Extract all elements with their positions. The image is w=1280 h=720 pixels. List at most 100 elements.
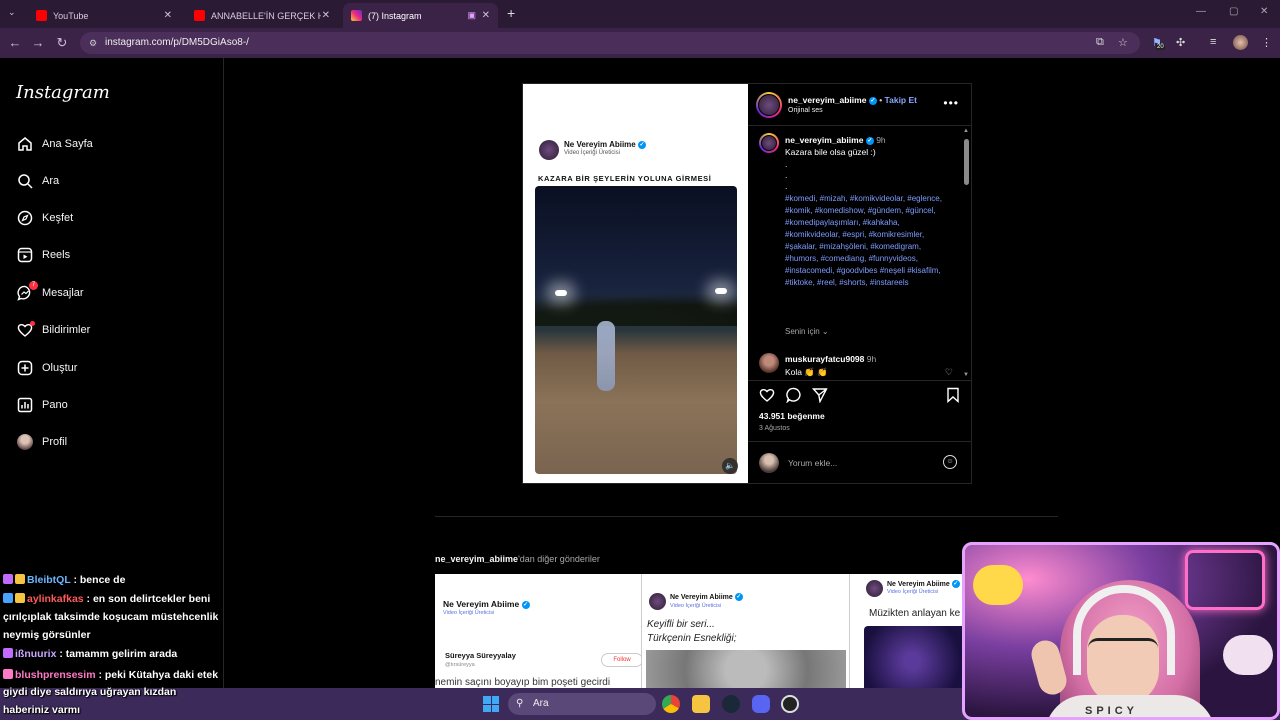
media-controls-icon[interactable]: ≡ xyxy=(1210,36,1216,48)
chrome-icon[interactable] xyxy=(662,695,680,713)
comment-like-icon[interactable]: ♡ xyxy=(945,367,953,378)
sidebar-item-search[interactable]: Ara xyxy=(16,170,59,192)
more-post-thumb[interactable]: Ne Vereyim Abiime ✓ Video İçeriği Üretic… xyxy=(850,574,963,688)
chat-message-continuation: haberiniz varmı xyxy=(3,704,81,716)
sidebar-item-notifications[interactable]: Bildirimler xyxy=(16,319,90,341)
chat-message: blushprensesim : peki Kütahya daki etek xyxy=(3,666,218,684)
browser-profile-avatar[interactable] xyxy=(1233,35,1248,50)
extensions-puzzle-icon[interactable]: ✣ xyxy=(1176,36,1185,49)
sidebar-item-label: Reels xyxy=(42,249,71,261)
sidebar-item-label: Mesajlar xyxy=(42,287,84,299)
maximize-button[interactable]: ▢ xyxy=(1229,6,1238,17)
post-details-panel: ne_vereyim_abiime ✓ • Takip Et Orijinal … xyxy=(748,84,971,483)
chat-text: : en son delirtcekler beni xyxy=(86,593,211,605)
sidebar-item-profile[interactable]: Profil xyxy=(16,431,67,453)
thumb-line: Keyifli bir seri... xyxy=(647,619,715,630)
tab-title: YouTube xyxy=(53,10,89,21)
file-explorer-icon[interactable] xyxy=(692,695,710,713)
comments-list[interactable]: ne_vereyim_abiime ✓ 9h Kazara bile olsa … xyxy=(748,127,971,379)
follow-button[interactable]: Takip Et xyxy=(885,95,917,105)
sidebar-item-home[interactable]: Ana Sayfa xyxy=(16,133,93,155)
caption-avatar[interactable] xyxy=(759,133,779,153)
thumb-line: Süreyya Süreyyalay xyxy=(445,651,516,660)
thumb-avatar xyxy=(649,593,666,610)
video-frame[interactable] xyxy=(535,186,737,474)
post-media[interactable]: Ne Vereyim Abiime ✓ Video İçeriği Üretic… xyxy=(523,84,748,483)
heart-icon xyxy=(16,320,35,339)
discord-icon[interactable] xyxy=(752,695,770,713)
thumb-line: nemin saçını boyayıp bim poşeti gecirdi xyxy=(435,677,611,688)
forward-icon[interactable]: → xyxy=(30,35,46,50)
sidebar-item-create[interactable]: Oluştur xyxy=(16,357,77,379)
see-for-you-toggle[interactable]: Senin için ⌄ xyxy=(785,327,829,336)
sidebar-item-messages[interactable]: 7 Mesajlar xyxy=(16,280,84,304)
comment-header: muskurayfatcu9098 9h xyxy=(785,354,876,364)
back-icon[interactable]: ← xyxy=(7,35,23,50)
more-posts-username[interactable]: ne_vereyim_abiime xyxy=(435,554,518,564)
mute-icon[interactable]: 🔈 xyxy=(722,458,738,474)
close-tab-icon[interactable]: ✕ xyxy=(322,10,330,21)
sidebar-item-explore[interactable]: Keşfet xyxy=(16,207,73,229)
instagram-logo[interactable]: Instagram xyxy=(16,82,110,103)
more-options-icon[interactable]: ••• xyxy=(943,96,959,110)
tab-instagram[interactable]: (7) Instagram ▣ ✕ xyxy=(343,3,498,28)
reload-icon[interactable]: ↻ xyxy=(54,35,70,51)
unread-badge: 7 xyxy=(29,280,38,290)
comment-username[interactable]: muskurayfatcu9098 xyxy=(785,354,864,364)
profile-avatar xyxy=(16,434,33,451)
tab-search-button[interactable]: ⌄ xyxy=(8,7,16,18)
share-send-icon[interactable] xyxy=(811,387,828,407)
new-tab-button[interactable]: + xyxy=(507,5,515,21)
sidebar-item-label: Oluştur xyxy=(42,362,78,374)
more-post-thumb[interactable]: Ne Vereyim Abiime ✓ Video İçeriği Üretic… xyxy=(642,574,850,688)
comments-scrollbar[interactable]: ▲ ▼ xyxy=(963,128,969,378)
verified-icon: ✓ xyxy=(637,140,646,149)
save-bookmark-icon[interactable] xyxy=(945,387,961,407)
chat-message: ißnuurix : tamamm gelirim arada xyxy=(3,645,177,663)
tab-annabelle[interactable]: ANNABELLE'İN GERÇEK HİKAYE ✕ xyxy=(186,3,338,28)
like-heart-icon[interactable] xyxy=(759,387,775,407)
install-app-icon[interactable]: ⧉ xyxy=(1096,36,1104,49)
close-tab-icon[interactable]: ✕ xyxy=(164,10,172,21)
comment-text: Kola 👏 👏 xyxy=(785,367,828,377)
caption-dot: . xyxy=(785,181,788,191)
post-header: ne_vereyim_abiime ✓ • Takip Et Orijinal … xyxy=(748,84,971,126)
comment-bubble-icon[interactable] xyxy=(786,387,802,407)
start-windows-icon[interactable] xyxy=(483,696,499,712)
add-comment-input[interactable]: Yorum ekle... xyxy=(788,458,837,468)
caption-username[interactable]: ne_vereyim_abiime xyxy=(785,135,863,145)
menu-kebab-icon[interactable]: ⋮ xyxy=(1261,36,1272,49)
chat-text: : tamamm gelirim arada xyxy=(59,648,178,660)
bookmark-star-icon[interactable]: ☆ xyxy=(1118,36,1128,49)
site-info-icon[interactable]: ⚙ xyxy=(89,32,97,54)
audio-label[interactable]: Orijinal ses xyxy=(788,107,823,114)
caption-hashtags[interactable]: #komedi, #mizah, #komikvideolar, #eglenc… xyxy=(785,193,955,289)
streamer-webcam: SPICY xyxy=(962,542,1280,720)
sidebar-item-dashboard[interactable]: Pano xyxy=(16,394,68,416)
caption-dot: . xyxy=(785,170,788,180)
verified-icon: ✓ xyxy=(868,96,877,105)
thumb-follow-button[interactable]: Follow xyxy=(601,653,641,667)
more-post-thumb[interactable]: Ne Vereyim Abiime ✓ Video İçeriği Üretic… xyxy=(435,574,642,688)
media-playing-icon[interactable]: ▣ xyxy=(467,10,476,21)
steam-icon[interactable] xyxy=(722,695,740,713)
sidebar-item-label: Ana Sayfa xyxy=(42,138,93,150)
author-username[interactable]: ne_vereyim_abiime xyxy=(788,95,866,105)
emoji-icon[interactable]: ☺ xyxy=(943,455,957,469)
likes-count[interactable]: 43.951 beğenme xyxy=(759,411,825,421)
commenter-avatar[interactable] xyxy=(759,353,779,373)
taskbar-search[interactable]: ⚲ Ara xyxy=(508,693,656,715)
section-divider xyxy=(435,516,1058,517)
minimize-button[interactable]: — xyxy=(1196,6,1206,17)
address-bar[interactable]: ⚙ instagram.com/p/DM5DGiAso8-/ xyxy=(80,32,1140,54)
close-tab-icon[interactable]: ✕ xyxy=(482,10,490,21)
stadium-light xyxy=(555,290,567,296)
media-headline: KAZARA BİR ŞEYLERİN YOLUNA GİRMESİ xyxy=(538,174,712,183)
sidebar-item-reels[interactable]: Reels xyxy=(16,244,70,266)
comment-time: 9h xyxy=(866,354,877,364)
tab-youtube[interactable]: YouTube ✕ xyxy=(28,3,180,28)
author-avatar[interactable] xyxy=(756,92,782,118)
extension-badge: 20 xyxy=(1156,44,1165,50)
close-window-button[interactable]: ✕ xyxy=(1260,6,1268,17)
obs-icon[interactable] xyxy=(781,695,799,713)
